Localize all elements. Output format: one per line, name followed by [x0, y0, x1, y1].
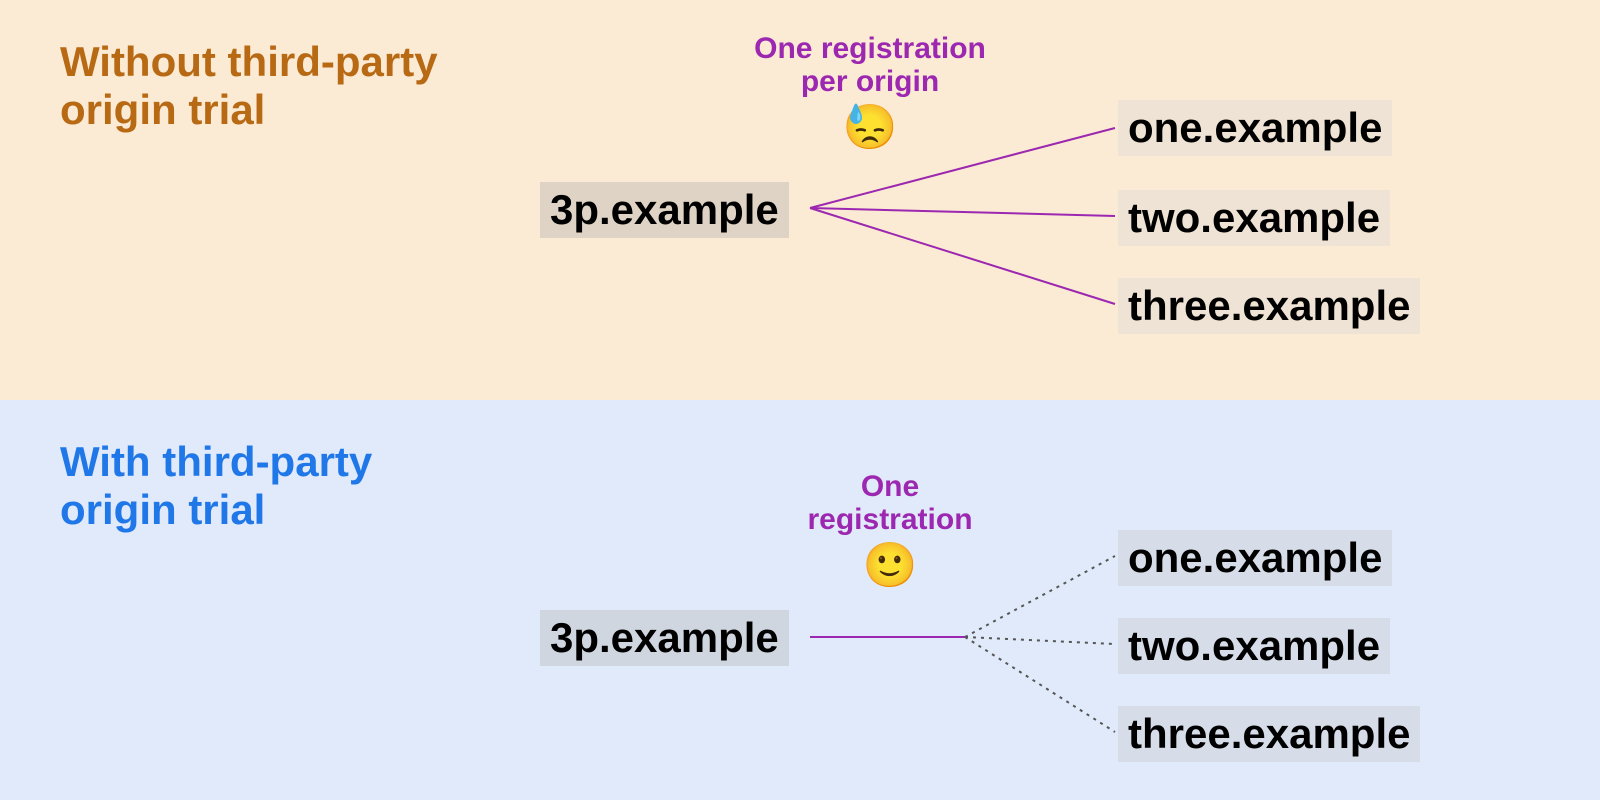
- dest-two-bottom: two.example: [1118, 618, 1390, 674]
- smile-emoji-icon: 🙂: [863, 542, 918, 590]
- source-label-bottom: 3p.example: [540, 610, 789, 666]
- annotation-top: One registration per origin 😓: [720, 32, 1020, 152]
- sad-sweat-emoji-icon: 😓: [843, 104, 898, 152]
- annotation-bottom-line1: One: [861, 470, 919, 503]
- source-label-top: 3p.example: [540, 182, 789, 238]
- annotation-top-line2: per origin: [801, 65, 939, 98]
- panel-with-third-party: With third-party origin trial 3p.example…: [0, 400, 1600, 800]
- dest-one-top: one.example: [1118, 100, 1392, 156]
- dest-three-bottom: three.example: [1118, 706, 1420, 762]
- title-without: Without third-party origin trial: [60, 38, 460, 135]
- annotation-bottom-line2: registration: [807, 503, 972, 536]
- dest-one-bottom: one.example: [1118, 530, 1392, 586]
- annotation-bottom: One registration 🙂: [790, 470, 990, 590]
- panel-without-third-party: Without third-party origin trial 3p.exam…: [0, 0, 1600, 400]
- annotation-top-line1: One registration: [754, 32, 986, 65]
- dest-three-top: three.example: [1118, 278, 1420, 334]
- dest-two-top: two.example: [1118, 190, 1390, 246]
- title-with: With third-party origin trial: [60, 438, 460, 535]
